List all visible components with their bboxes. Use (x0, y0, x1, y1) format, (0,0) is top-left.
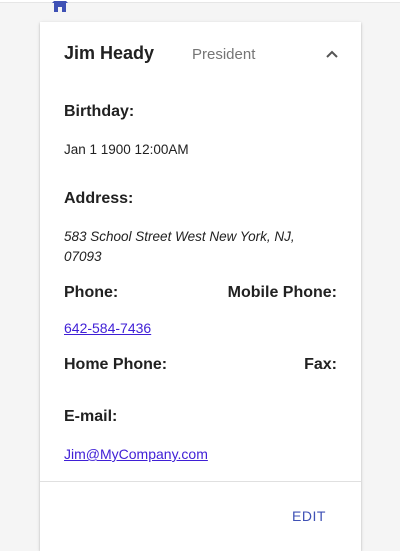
email-label: E-mail: (64, 408, 118, 425)
birthday-value: Jan 1 1900 12:00AM (64, 142, 189, 157)
card-divider (40, 481, 361, 482)
contact-card: Jim Heady President Birthday: Jan 1 1900… (40, 22, 361, 551)
phone-label: Phone: (64, 284, 119, 301)
phone-link[interactable]: 642-584-7436 (64, 320, 151, 336)
email-link[interactable]: Jim@MyCompany.com (64, 446, 208, 462)
collapse-button[interactable] (322, 44, 342, 64)
mobile-phone-label: Mobile Phone: (227, 284, 337, 301)
edit-button[interactable]: EDIT (281, 502, 337, 530)
address-label: Address: (64, 190, 134, 207)
card-header[interactable]: Jim Heady President (40, 22, 361, 86)
contact-title: President (192, 46, 256, 63)
home-phone-label: Home Phone: (64, 356, 168, 373)
contact-name: Jim Heady (64, 43, 155, 63)
home-icon[interactable] (50, 0, 70, 12)
birthday-label: Birthday: (64, 103, 135, 120)
address-value: 583 School Street West New York, NJ, 070… (64, 229, 295, 264)
chevron-up-icon (325, 49, 339, 59)
fax-label: Fax: (304, 356, 337, 373)
